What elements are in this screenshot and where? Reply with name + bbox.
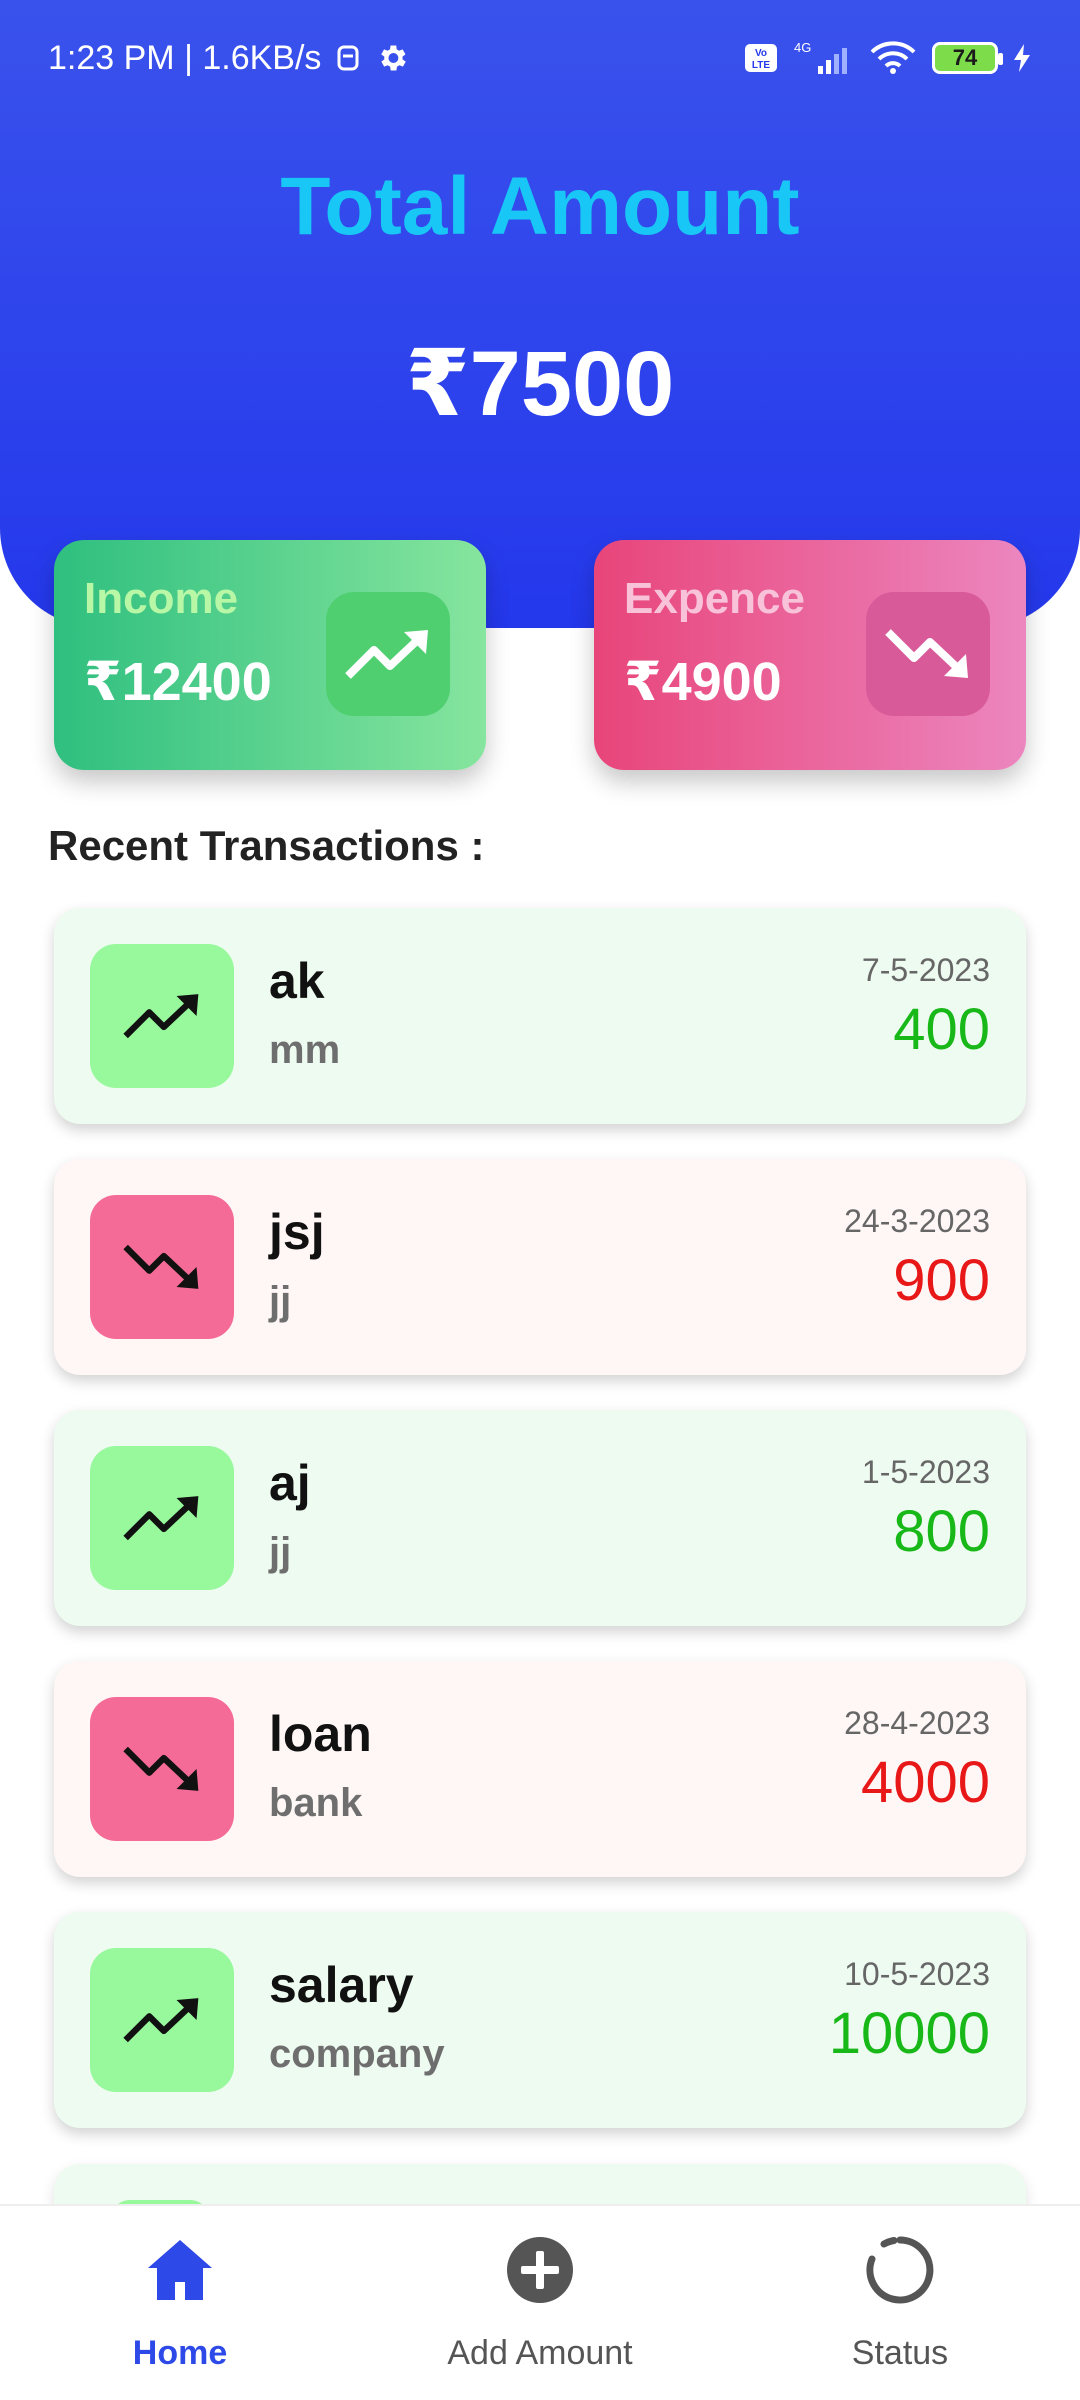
- gear-icon: [375, 41, 409, 75]
- battery-level: 74: [952, 45, 978, 70]
- volte-icon: Vo LTE: [744, 43, 778, 73]
- nav-home-label: Home: [132, 2334, 228, 2372]
- transaction-type-icon-box: [90, 1697, 234, 1841]
- trending-down-icon: [885, 629, 968, 678]
- charging-bolt-icon: [1012, 43, 1032, 73]
- network-type-label: 4G: [794, 40, 811, 55]
- transaction-date: 24-3-2023: [844, 1203, 990, 1239]
- transaction-amount: 4000: [860, 1750, 990, 1815]
- transaction-type-icon-box: [90, 1195, 234, 1339]
- transaction-item[interactable]: loan bank 28-4-2023 4000: [54, 1661, 1026, 1877]
- trending-down-icon: [123, 1244, 199, 1289]
- trending-up-icon: [345, 630, 428, 679]
- transaction-type-icon-box: [90, 1446, 234, 1590]
- trending-down-icon: [123, 1746, 199, 1791]
- transaction-amount: 10000: [828, 2001, 990, 2066]
- nav-add-amount[interactable]: Add Amount: [380, 2206, 700, 2373]
- bottom-navigation: Home Add Amount Status: [0, 2204, 1080, 2400]
- transaction-description: mm: [269, 1028, 341, 1072]
- total-amount-title: Total Amount: [280, 161, 800, 252]
- total-amount-value: ₹7500: [405, 333, 675, 435]
- nav-add-amount-label: Add Amount: [447, 2334, 633, 2372]
- transaction-description: jj: [269, 1279, 292, 1323]
- status-bar-left: 1:23 PM | 1.6KB/s: [48, 39, 409, 78]
- status-bar: 1:23 PM | 1.6KB/s Vo LTE 4G 74: [0, 0, 1080, 116]
- transaction-item[interactable]: ak mm 7-5-2023 400: [54, 908, 1026, 1124]
- transaction-amount: 800: [893, 1499, 990, 1564]
- transaction-amount: 400: [893, 997, 990, 1062]
- income-icon-box: [326, 592, 450, 716]
- transaction-date: 10-5-2023: [844, 1956, 990, 1992]
- transaction-description: company: [269, 2032, 445, 2076]
- status-time-speed: 1:23 PM | 1.6KB/s: [48, 38, 322, 77]
- trending-up-icon: [123, 1998, 199, 2043]
- trending-up-icon: [123, 994, 199, 1039]
- svg-text:LTE: LTE: [752, 60, 770, 71]
- expense-icon-box: [866, 592, 990, 716]
- transaction-date: 28-4-2023: [844, 1705, 990, 1741]
- status-ring-icon: [862, 2232, 938, 2308]
- svg-text:Vo: Vo: [755, 48, 767, 59]
- battery-icon: 74: [932, 42, 1003, 74]
- transaction-name: salary: [269, 1957, 414, 2013]
- transaction-date: 7-5-2023: [861, 952, 990, 988]
- recent-transactions-title: Recent Transactions :: [48, 822, 485, 869]
- nav-status-label: Status: [851, 2334, 949, 2372]
- trending-up-icon: [123, 1496, 199, 1541]
- transaction-name: ak: [269, 953, 325, 1009]
- add-circle-icon: [502, 2232, 578, 2308]
- transaction-name: loan: [269, 1706, 372, 1762]
- home-icon: [142, 2232, 218, 2308]
- transaction-date: 1-5-2023: [861, 1454, 990, 1490]
- nav-status[interactable]: Status: [740, 2206, 1060, 2373]
- transaction-item[interactable]: salary company 10-5-2023 10000: [54, 1912, 1026, 2128]
- wifi-icon: [868, 40, 918, 76]
- transaction-amount: 900: [893, 1248, 990, 1313]
- expense-card[interactable]: Expence ₹4900: [594, 540, 1026, 770]
- transaction-description: jj: [269, 1530, 292, 1574]
- transaction-list: ak mm 7-5-2023 400 jsj jj 24-3-2023 900 …: [54, 908, 1026, 2163]
- notification-icon: [335, 43, 361, 73]
- nav-home[interactable]: Home: [20, 2206, 340, 2373]
- status-bar-right: Vo LTE 4G 74: [744, 40, 1032, 76]
- transaction-description: bank: [269, 1781, 363, 1825]
- transaction-type-icon-box: [90, 944, 234, 1088]
- transaction-name: aj: [269, 1455, 311, 1511]
- transaction-item[interactable]: jsj jj 24-3-2023 900: [54, 1159, 1026, 1375]
- transaction-item[interactable]: aj jj 1-5-2023 800: [54, 1410, 1026, 1626]
- transaction-name: jsj: [269, 1204, 325, 1260]
- cellular-signal-icon: 4G: [792, 40, 854, 76]
- income-card[interactable]: Income ₹12400: [54, 540, 486, 770]
- transaction-type-icon-box: [90, 1948, 234, 2092]
